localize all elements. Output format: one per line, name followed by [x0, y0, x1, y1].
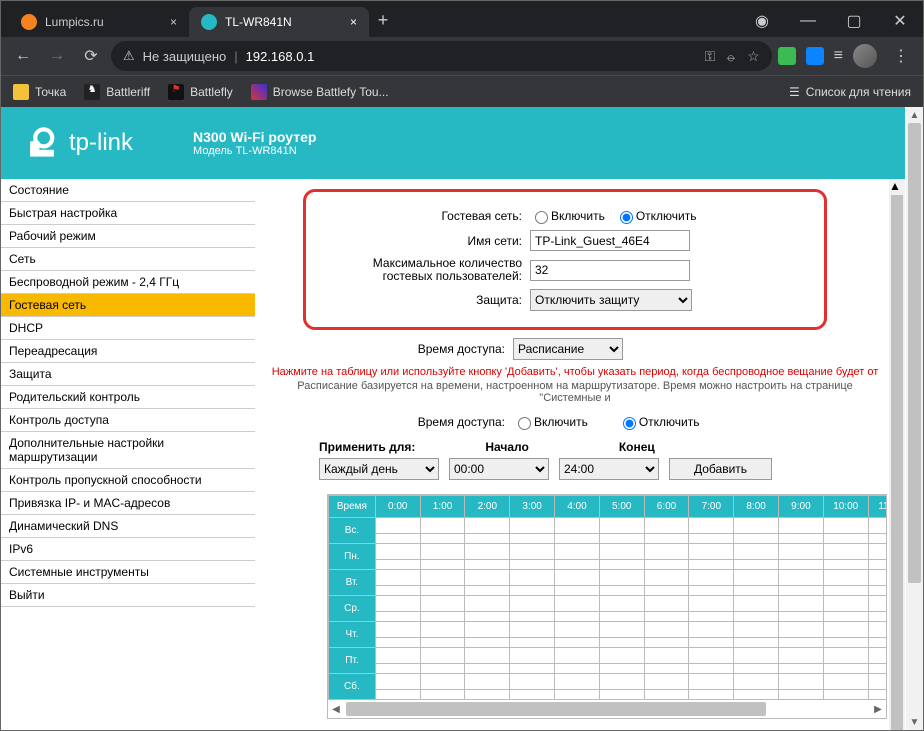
highlighted-settings-box: Гостевая сеть: Включить Отключить Имя се…: [303, 189, 827, 330]
hscroll-thumb[interactable]: [346, 702, 766, 716]
label-start: Начало: [485, 440, 528, 454]
hint-gray-text: Расписание базируется на времени, настро…: [263, 380, 887, 404]
label-apply-for: Применить для:: [319, 440, 415, 454]
start-time-select[interactable]: 00:00: [449, 458, 549, 480]
sidebar-item-14[interactable]: Динамический DNS: [1, 515, 255, 538]
bookmark-item[interactable]: Точка: [13, 84, 66, 100]
sidebar-item-3[interactable]: Сеть: [1, 248, 255, 271]
url-text: 192.168.0.1: [246, 49, 315, 64]
avatar[interactable]: [853, 44, 877, 68]
sidebar-item-1[interactable]: Быстрая настройка: [1, 202, 255, 225]
hint-red-text: Нажмите на таблицу или используйте кнопк…: [263, 366, 887, 378]
bookmark-item[interactable]: ♞Battleriff: [84, 84, 150, 100]
label-security: Защита:: [320, 293, 530, 307]
sidebar-item-6[interactable]: DHCP: [1, 317, 255, 340]
sidebar-item-5[interactable]: Гостевая сеть: [1, 294, 255, 317]
label-access-time2: Время доступа:: [303, 415, 513, 429]
sidebar-item-2[interactable]: Рабочий режим: [1, 225, 255, 248]
apply-for-select[interactable]: Каждый день: [319, 458, 439, 480]
sidebar-item-15[interactable]: IPv6: [1, 538, 255, 561]
end-time-select[interactable]: 24:00: [559, 458, 659, 480]
bookmark-item[interactable]: ⚑Battlefly: [168, 84, 233, 100]
tab-favicon: [201, 14, 217, 30]
tab-favicon: [21, 14, 37, 30]
access-disable-radio[interactable]: Отключить: [618, 414, 700, 430]
security-label: Не защищено: [143, 49, 227, 64]
logo-text: tp-link: [69, 129, 133, 157]
window-scrollbar[interactable]: ▲ ▼: [906, 107, 923, 730]
ssid-input[interactable]: [530, 230, 690, 251]
page-scrollbar[interactable]: ▲ ▼: [889, 179, 905, 730]
router-title: N300 Wi-Fi роутер: [193, 129, 316, 145]
list-icon: ☰: [789, 85, 800, 99]
sidebar-item-4[interactable]: Беспроводной режим - 2,4 ГГц: [1, 271, 255, 294]
key-icon[interactable]: ⚿: [705, 48, 716, 65]
close-window-button[interactable]: ✕: [877, 5, 923, 37]
security-select[interactable]: Отключить защиту: [530, 289, 692, 311]
access-time-select[interactable]: Расписание: [513, 338, 623, 360]
maximize-button[interactable]: ▢: [831, 5, 877, 37]
new-tab-button[interactable]: +: [369, 3, 397, 37]
sidebar-item-0[interactable]: Состояние: [1, 179, 255, 202]
guest-disable-radio[interactable]: Отключить: [615, 208, 697, 224]
tab-title: TL-WR841N: [225, 15, 292, 29]
reading-list-button[interactable]: ☰ Список для чтения: [789, 85, 911, 99]
close-icon[interactable]: ×: [170, 15, 177, 29]
minimize-button[interactable]: —: [785, 5, 831, 37]
label-guest-network: Гостевая сеть:: [320, 209, 530, 223]
schedule-grid[interactable]: Время0:001:002:003:004:005:006:007:008:0…: [327, 494, 887, 719]
reading-list-icon[interactable]: ≡: [834, 47, 843, 65]
sidebar-item-13[interactable]: Привязка IP- и MAC-адресов: [1, 492, 255, 515]
max-users-input[interactable]: [530, 260, 690, 281]
add-button[interactable]: Добавить: [669, 458, 772, 480]
close-icon[interactable]: ×: [350, 15, 357, 29]
router-model: Модель TL-WR841N: [193, 145, 316, 157]
sidebar-item-8[interactable]: Защита: [1, 363, 255, 386]
forward-button: →: [43, 42, 71, 70]
scroll-left-arrow[interactable]: ◀: [328, 702, 344, 716]
label-access-time: Время доступа:: [303, 342, 513, 356]
sidebar: СостояниеБыстрая настройкаРабочий режимС…: [1, 179, 255, 730]
translate-icon[interactable]: ⦵: [725, 48, 737, 65]
browser-tab-1[interactable]: TL-WR841N ×: [189, 7, 369, 37]
reload-button[interactable]: ⟳: [77, 42, 105, 70]
address-bar[interactable]: ⚠ Не защищено | 192.168.0.1 ⚿ ⦵ ☆: [111, 41, 772, 71]
back-button[interactable]: ←: [9, 42, 37, 70]
label-max-users: Максимальное количество гостевых пользов…: [320, 257, 530, 283]
label-ssid: Имя сети:: [320, 234, 530, 248]
sidebar-item-11[interactable]: Дополнительные настройки маршрутизации: [1, 432, 255, 469]
browser-tab-0[interactable]: Lumpics.ru ×: [9, 7, 189, 37]
scroll-thumb[interactable]: [908, 123, 921, 583]
insecure-icon: ⚠: [123, 48, 135, 64]
scroll-thumb[interactable]: [891, 195, 903, 730]
bookmark-icon[interactable]: ☆: [747, 48, 760, 65]
scroll-right-arrow[interactable]: ▶: [870, 702, 886, 716]
account-indicator-icon[interactable]: ◉: [739, 5, 785, 37]
sidebar-item-10[interactable]: Контроль доступа: [1, 409, 255, 432]
menu-icon[interactable]: ⋮: [887, 42, 915, 70]
tplink-logo-icon: [25, 126, 59, 160]
scroll-up-arrow[interactable]: ▲: [889, 179, 905, 193]
scroll-down-arrow[interactable]: ▼: [906, 714, 923, 730]
sidebar-item-9[interactable]: Родительский контроль: [1, 386, 255, 409]
sidebar-item-16[interactable]: Системные инструменты: [1, 561, 255, 584]
sidebar-item-7[interactable]: Переадресация: [1, 340, 255, 363]
router-header: tp-link N300 Wi-Fi роутер Модель TL-WR84…: [1, 107, 905, 179]
bookmark-item[interactable]: Browse Battlefy Tou...: [251, 84, 389, 100]
guest-enable-radio[interactable]: Включить: [530, 208, 605, 224]
label-end: Конец: [619, 440, 655, 454]
extension-icon[interactable]: [806, 47, 824, 65]
tab-title: Lumpics.ru: [45, 15, 104, 29]
extension-icon[interactable]: [778, 47, 796, 65]
scroll-up-arrow[interactable]: ▲: [906, 107, 923, 123]
sidebar-item-17[interactable]: Выйти: [1, 584, 255, 607]
sidebar-item-12[interactable]: Контроль пропускной способности: [1, 469, 255, 492]
access-enable-radio[interactable]: Включить: [513, 414, 588, 430]
